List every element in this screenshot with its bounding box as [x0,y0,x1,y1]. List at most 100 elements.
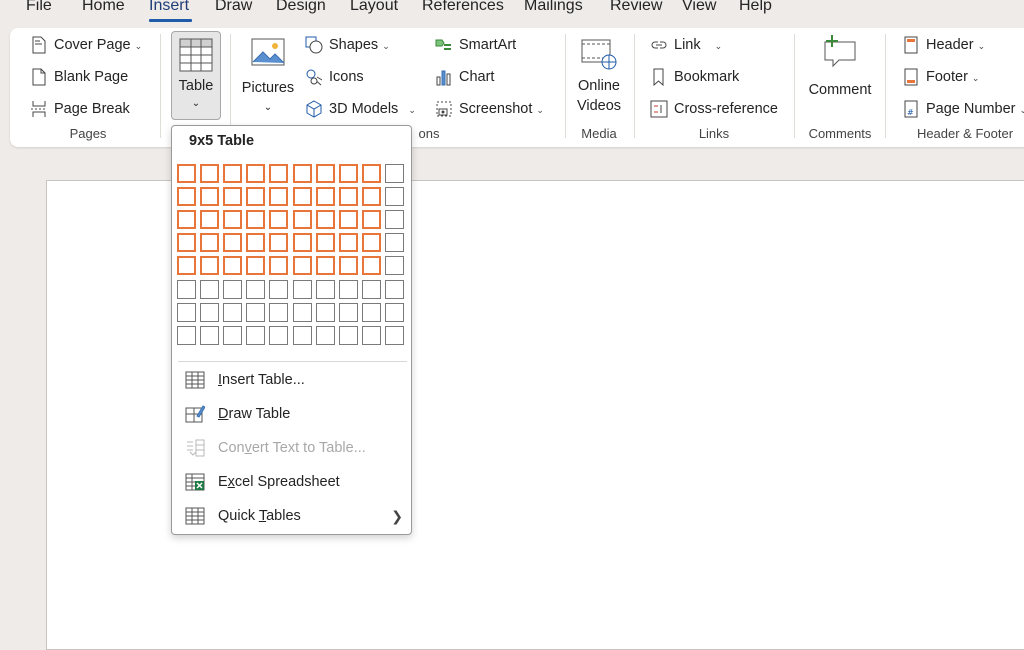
grid-cell-selected[interactable] [315,164,335,183]
comment-button[interactable]: Comment [805,34,875,100]
grid-cell-selected[interactable] [338,256,358,276]
3d-models-button[interactable]: 3D Models ⌄ [305,100,416,118]
grid-cell-selected[interactable] [292,256,312,276]
grid-cell[interactable] [200,279,220,299]
grid-cell-selected[interactable] [269,210,289,230]
link-button[interactable]: Link ⌄ [650,36,722,54]
screenshot-button[interactable]: Screenshot ⌄ [435,100,544,118]
menu-design[interactable]: Design [276,0,326,15]
grid-cell-selected[interactable] [361,256,381,276]
draw-table-item[interactable]: Draw Table [185,400,405,428]
icons-button[interactable]: Icons [305,68,364,86]
grid-cell[interactable] [361,325,381,345]
grid-cell-selected[interactable] [223,233,243,253]
grid-cell-selected[interactable] [315,233,335,253]
menu-file[interactable]: File [26,0,52,15]
grid-cell[interactable] [200,302,220,322]
grid-cell-selected[interactable] [223,187,243,207]
grid-cell-selected[interactable] [177,210,196,230]
grid-cell[interactable] [384,302,404,322]
grid-cell-selected[interactable] [292,233,312,253]
table-button[interactable]: Table ⌄ [171,31,221,120]
grid-cell-selected[interactable] [315,210,335,230]
pictures-button[interactable]: Pictures ⌄ [238,38,298,118]
online-videos-button[interactable]: Online Videos [572,38,626,116]
grid-cell-selected[interactable] [292,164,312,183]
grid-cell-selected[interactable] [315,187,335,207]
grid-cell[interactable] [361,279,381,299]
grid-cell[interactable] [269,279,289,299]
smartart-button[interactable]: SmartArt [435,36,516,54]
grid-cell[interactable] [315,279,335,299]
grid-cell[interactable] [384,164,404,183]
grid-cell-selected[interactable] [338,233,358,253]
cross-reference-button[interactable]: Cross-reference [650,100,778,118]
menu-layout[interactable]: Layout [350,0,398,15]
grid-cell[interactable] [292,325,312,345]
page-break-button[interactable]: Page Break [30,100,130,118]
grid-cell-selected[interactable] [177,256,196,276]
grid-cell-selected[interactable] [200,256,220,276]
grid-cell[interactable] [315,325,335,345]
grid-cell-selected[interactable] [246,164,266,183]
grid-cell-selected[interactable] [223,164,243,183]
menu-mailings[interactable]: Mailings [524,0,583,15]
grid-cell-selected[interactable] [292,210,312,230]
grid-cell-selected[interactable] [269,256,289,276]
grid-cell-selected[interactable] [361,187,381,207]
grid-cell-selected[interactable] [200,187,220,207]
grid-cell[interactable] [292,279,312,299]
menu-help[interactable]: Help [739,0,772,15]
grid-cell-selected[interactable] [177,187,196,207]
grid-cell-selected[interactable] [269,187,289,207]
page-number-button[interactable]: # Page Number ⌄ [902,100,1024,118]
grid-cell-selected[interactable] [246,233,266,253]
blank-page-button[interactable]: Blank Page [30,68,128,86]
shapes-button[interactable]: Shapes ⌄ [305,36,390,54]
menu-home[interactable]: Home [82,0,125,15]
grid-cell[interactable] [338,279,358,299]
grid-cell[interactable] [315,302,335,322]
header-button[interactable]: Header ⌄ [902,36,985,54]
grid-cell[interactable] [177,279,196,299]
grid-cell-selected[interactable] [269,233,289,253]
grid-cell[interactable] [384,233,404,253]
grid-cell-selected[interactable] [292,187,312,207]
grid-cell-selected[interactable] [315,256,335,276]
grid-cell-selected[interactable] [177,164,196,183]
grid-cell[interactable] [338,325,358,345]
insert-table-item[interactable]: Insert Table... [185,366,405,394]
grid-cell[interactable] [223,325,243,345]
grid-cell[interactable] [338,302,358,322]
excel-spreadsheet-item[interactable]: Excel Spreadsheet [185,468,405,496]
grid-cell-selected[interactable] [338,210,358,230]
chart-button[interactable]: Chart [435,68,494,86]
grid-cell[interactable] [223,279,243,299]
bookmark-button[interactable]: Bookmark [650,68,739,86]
grid-cell-selected[interactable] [246,256,266,276]
grid-cell-selected[interactable] [361,164,381,183]
grid-cell-selected[interactable] [200,164,220,183]
menu-draw[interactable]: Draw [215,0,252,15]
grid-cell[interactable] [384,210,404,230]
grid-cell[interactable] [292,302,312,322]
grid-cell[interactable] [361,302,381,322]
grid-cell-selected[interactable] [269,164,289,183]
grid-cell[interactable] [384,325,404,345]
grid-cell[interactable] [384,256,404,276]
grid-cell[interactable] [246,325,266,345]
grid-cell-selected[interactable] [338,187,358,207]
grid-cell-selected[interactable] [177,233,196,253]
grid-cell-selected[interactable] [338,164,358,183]
grid-cell-selected[interactable] [361,210,381,230]
grid-cell-selected[interactable] [223,256,243,276]
grid-cell-selected[interactable] [200,233,220,253]
grid-cell[interactable] [269,302,289,322]
grid-cell[interactable] [384,187,404,207]
grid-cell-selected[interactable] [246,187,266,207]
grid-cell[interactable] [384,279,404,299]
grid-cell-selected[interactable] [246,210,266,230]
grid-cell[interactable] [223,302,243,322]
grid-cell[interactable] [200,325,220,345]
grid-cell-selected[interactable] [223,210,243,230]
